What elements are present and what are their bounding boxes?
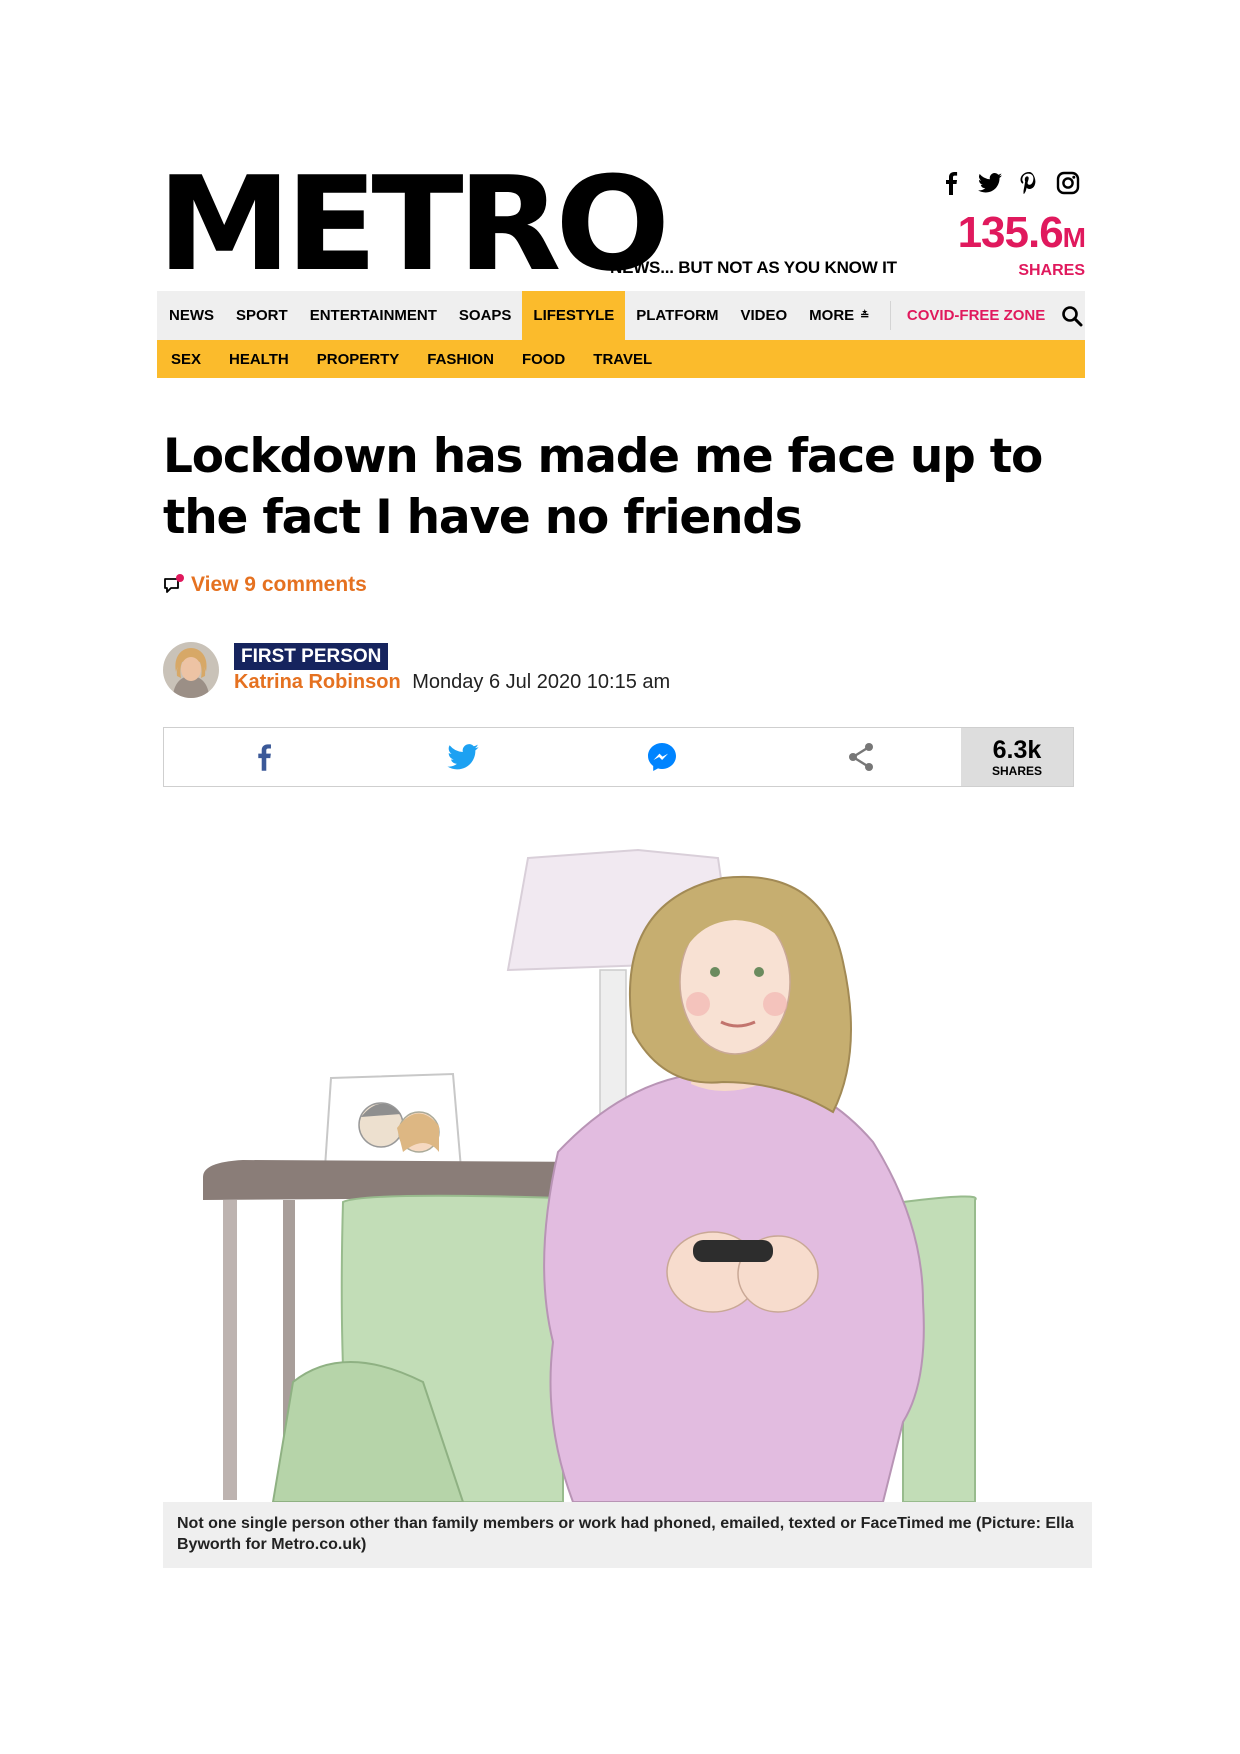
publish-date: Monday 6 Jul 2020 10:15 am	[412, 671, 671, 693]
total-shares-count: 135.6M	[957, 208, 1086, 257]
view-comments-label: View 9 comments	[191, 573, 367, 596]
nav-item-video[interactable]: VIDEO	[729, 291, 798, 340]
author-name[interactable]: Katrina Robinson	[234, 671, 401, 693]
subnav-item-fashion[interactable]: FASHION	[427, 351, 494, 368]
author-avatar[interactable]	[163, 642, 219, 698]
share-count: 6.3k	[992, 735, 1042, 764]
nav-item-more-label: MORE	[809, 307, 855, 324]
share-icon	[849, 743, 874, 771]
first-person-badge[interactable]: FIRST PERSON	[234, 643, 389, 670]
subnav-item-sex[interactable]: SEX	[171, 351, 201, 368]
nav-item-lifestyle[interactable]: LIFESTYLE	[522, 291, 626, 340]
share-more-button[interactable]	[762, 728, 961, 786]
instagram-icon[interactable]	[1054, 169, 1081, 196]
nav-item-covid-free-zone[interactable]: COVID-FREE ZONE	[891, 291, 1059, 340]
masthead: METRO NEWS... BUT NOT AS YOU KNOW IT 135…	[157, 159, 1086, 289]
share-messenger-button[interactable]	[563, 728, 762, 786]
share-twitter-button[interactable]	[363, 728, 562, 786]
share-count-label: SHARES	[991, 763, 1042, 778]
nav-item-more[interactable]: MORE ≛	[798, 291, 880, 340]
search-icon[interactable]	[1059, 291, 1085, 340]
view-comments-link[interactable]: View 9 comments	[163, 573, 367, 597]
subnav-item-property[interactable]: PROPERTY	[317, 351, 400, 368]
main-nav: NEWS SPORT ENTERTAINMENT SOAPS LIFESTYLE…	[157, 291, 1085, 340]
metro-logo[interactable]: METRO	[157, 159, 670, 289]
comment-icon	[164, 574, 184, 593]
messenger-icon	[648, 743, 677, 771]
pinterest-icon[interactable]	[1015, 169, 1042, 196]
nav-item-sport[interactable]: SPORT	[225, 291, 299, 340]
social-links	[937, 169, 1081, 196]
share-bar: 6.3k SHARES	[163, 727, 1074, 787]
facebook-icon[interactable]	[937, 169, 964, 196]
article-hero-illustration	[163, 822, 1092, 1502]
byline: Katrina Robinson Monday 6 Jul 2020 10:15…	[234, 671, 670, 694]
nav-item-news[interactable]: NEWS	[157, 291, 225, 340]
nav-item-entertainment[interactable]: ENTERTAINMENT	[299, 291, 448, 340]
twitter-icon	[447, 744, 479, 770]
twitter-icon[interactable]	[976, 169, 1003, 196]
tagline: NEWS... BUT NOT AS YOU KNOW IT	[610, 258, 897, 277]
subnav-item-travel[interactable]: TRAVEL	[593, 351, 652, 368]
subnav-item-food[interactable]: FOOD	[522, 351, 565, 368]
lifestyle-subnav: SEX HEALTH PROPERTY FASHION FOOD TRAVEL	[157, 340, 1085, 378]
image-caption: Not one single person other than family …	[163, 1502, 1092, 1568]
nav-item-soaps[interactable]: SOAPS	[448, 291, 523, 340]
chevron-down-icon: ≛	[860, 310, 870, 322]
article-headline: Lockdown has made me face up to the fact…	[163, 429, 1043, 545]
nav-item-platform[interactable]: PLATFORM	[625, 291, 729, 340]
share-count-box: 6.3k SHARES	[961, 728, 1073, 786]
share-facebook-button[interactable]	[164, 728, 363, 786]
facebook-icon	[257, 744, 271, 771]
total-shares-label: SHARES	[1018, 262, 1085, 279]
subnav-item-health[interactable]: HEALTH	[229, 351, 289, 368]
